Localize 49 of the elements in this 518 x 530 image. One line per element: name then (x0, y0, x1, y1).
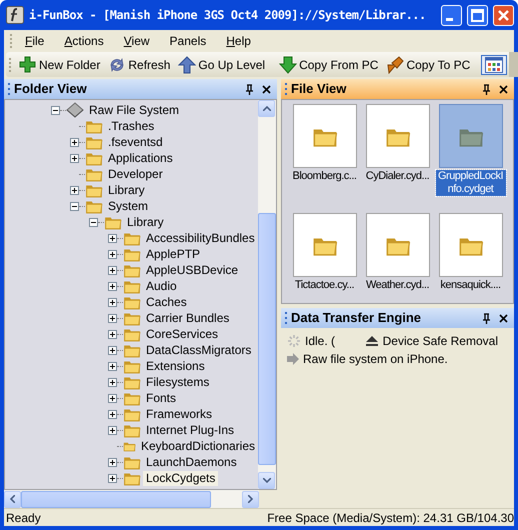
refresh-button[interactable]: Refresh (105, 54, 174, 74)
status-text: Idle. ( (305, 333, 336, 350)
tree-item[interactable]: Developer (105, 166, 166, 182)
tree-item[interactable]: Internet Plug-Ins (143, 422, 238, 438)
menu-item[interactable]: File (15, 32, 54, 50)
tree-item[interactable]: .Trashes (105, 118, 158, 134)
copy-to-pc-button[interactable]: Copy To PC (383, 54, 474, 74)
file-name[interactable]: GruppledLockInfo.cydget (436, 170, 506, 196)
tree-item[interactable]: Library (105, 182, 148, 198)
tree-item[interactable]: DataClassMigrators (143, 342, 254, 358)
file-name[interactable]: Bloomberg.c... (292, 170, 356, 183)
free-space-text: Free Space (Media/System): 24.31 GB/104.30 (267, 510, 514, 526)
transfer-message: Raw file system on iPhone. (303, 351, 448, 368)
file-name[interactable]: Tictactoe.cy... (294, 279, 354, 292)
tree-item[interactable]: AppleUSBDevice (143, 262, 242, 278)
new-folder-button[interactable]: New Folder (16, 54, 104, 74)
tree-item[interactable]: Caches (143, 294, 190, 310)
tree-item[interactable]: System (105, 198, 152, 214)
tree-item[interactable]: Library (124, 214, 167, 230)
panel-title: Folder View (14, 80, 88, 98)
file-name[interactable]: kensaquick.... (440, 279, 501, 292)
window-title: i-FunBox - [Manish iPhone 3GS Oct4 2009]://System/Librar... (29, 7, 427, 24)
panel-title: Data Transfer Engine (291, 309, 422, 328)
tree-item[interactable]: Carrier Bundles (143, 310, 232, 326)
tree-item[interactable]: .fseventsd (105, 134, 166, 150)
tree-item[interactable]: Frameworks (143, 406, 216, 422)
tree-item[interactable]: ApplePTP (143, 246, 204, 262)
tree-item[interactable]: Audio (143, 278, 180, 294)
tree-item[interactable]: AccessibilityBundles (143, 230, 258, 246)
menu-item[interactable]: Panels (160, 32, 216, 50)
tree-item[interactable]: LaunchDaemons (143, 454, 240, 470)
safe-removal-button[interactable]: Device Safe Removal (366, 332, 498, 350)
menu-item[interactable]: View (114, 32, 160, 50)
file-name[interactable]: Weather.cyd... (366, 279, 430, 292)
menu-item[interactable]: Help (216, 32, 261, 50)
copy-from-pc-button[interactable]: Copy From PC (276, 54, 382, 74)
file-name[interactable]: CyDialer.cyd... (366, 170, 430, 183)
tree-item[interactable]: Raw File System (86, 102, 182, 118)
go-up-button[interactable]: Go Up Level (175, 54, 268, 74)
tree-item[interactable]: Applications (105, 150, 176, 166)
menu-item[interactable]: Actions (54, 32, 114, 50)
panel-title: File View (291, 80, 348, 98)
tree-item[interactable]: CoreServices (143, 326, 222, 342)
tree-item[interactable]: Extensions (143, 358, 208, 374)
tree-item[interactable]: LockCydgets (143, 470, 218, 486)
tree-item[interactable]: KeyboardDictionaries (138, 438, 258, 454)
status-text: Ready (5, 510, 42, 526)
tree-item[interactable]: Fonts (143, 390, 180, 406)
tree-item[interactable]: Filesystems (143, 374, 212, 390)
